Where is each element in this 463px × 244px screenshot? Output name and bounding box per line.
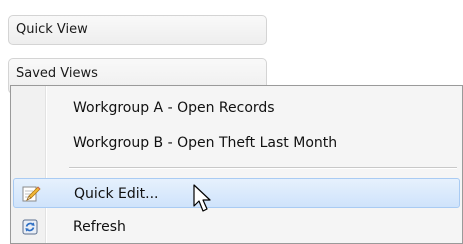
menu-item-refresh[interactable]: Refresh [13,212,460,242]
context-menu: Workgroup A - Open Records Workgroup B -… [10,85,463,244]
menu-item-label: Workgroup A - Open Records [73,100,275,116]
mouse-cursor-icon [193,184,215,214]
menu-item-quick-edit[interactable]: Quick Edit... [13,178,460,208]
quick-view-label: Quick View [16,22,88,37]
menu-item-label: Quick Edit... [74,186,159,202]
refresh-icon [20,217,40,237]
menu-item-label: Workgroup B - Open Theft Last Month [73,135,338,151]
pencil-icon [21,184,41,204]
menu-item-label: Refresh [73,219,126,235]
screen: Quick View Saved Views Workgroup A - Ope… [0,0,463,244]
menu-item-workgroup-b[interactable]: Workgroup B - Open Theft Last Month [13,128,460,158]
menu-item-workgroup-a[interactable]: Workgroup A - Open Records [13,93,460,123]
quick-view-button[interactable]: Quick View [8,15,267,45]
menu-separator [69,167,457,169]
saved-views-label: Saved Views [16,66,98,81]
